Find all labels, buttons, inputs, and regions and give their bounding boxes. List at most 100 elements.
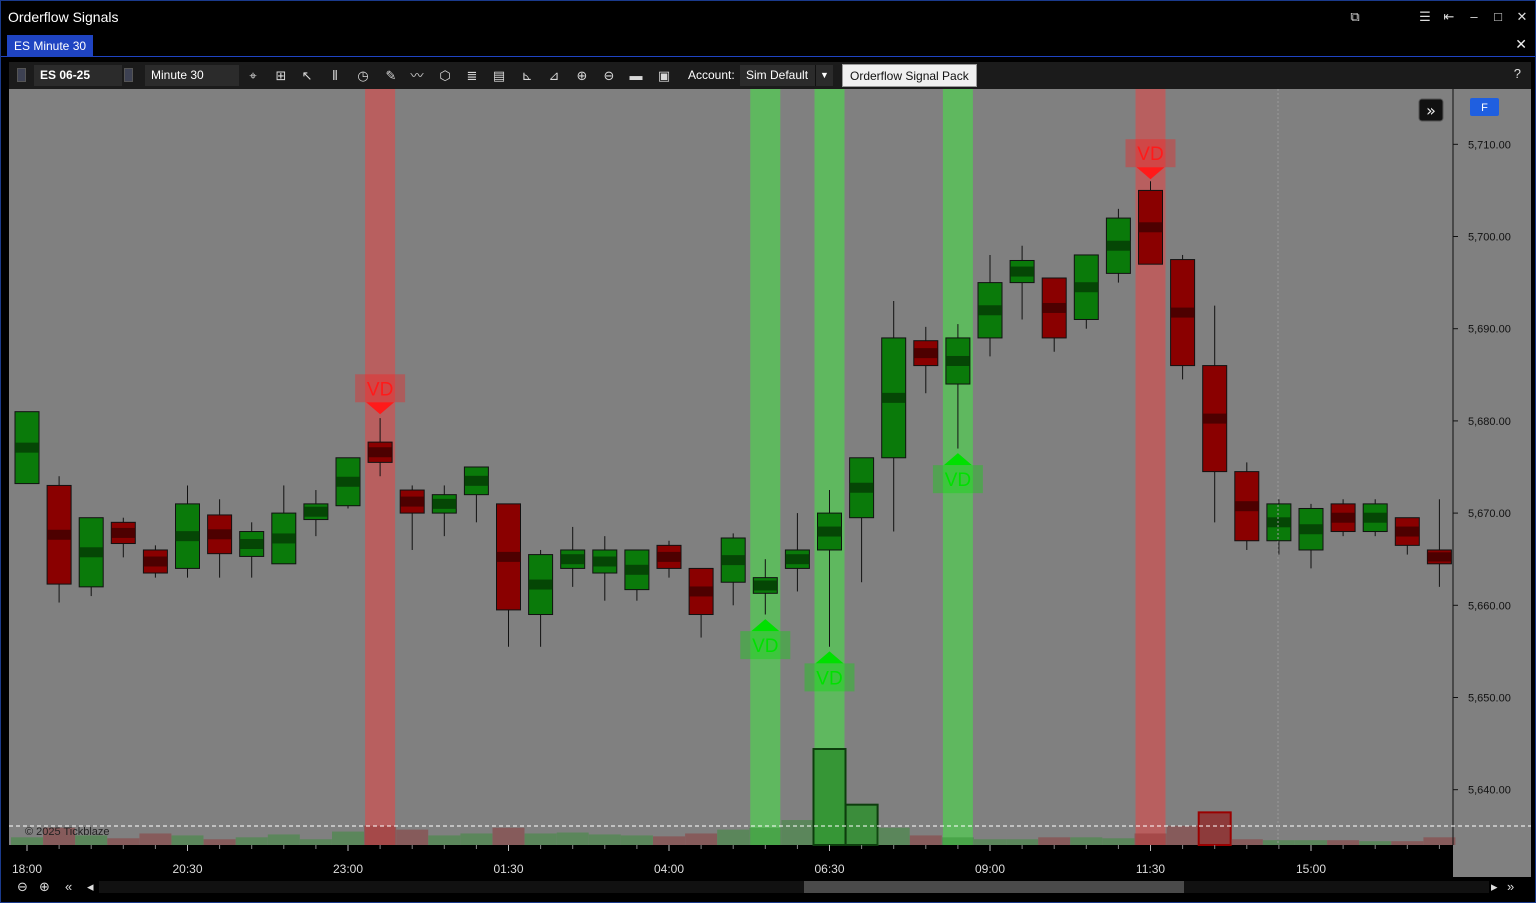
maximize-icon[interactable]: □ <box>1488 7 1508 27</box>
volume-bar <box>974 839 1006 845</box>
axis-alt-icon[interactable]: ⊿ <box>544 66 564 86</box>
volume-bar <box>364 825 397 845</box>
expand-panel-button[interactable]: » <box>1418 98 1444 122</box>
minimize-icon[interactable]: – <box>1464 7 1484 27</box>
autoscale-icon[interactable]: ⊞ <box>271 66 291 86</box>
y-tick-label: 5,650.00 <box>1468 692 1511 704</box>
zoom-in-icon[interactable]: ⊕ <box>39 878 50 896</box>
scroll-right-icon[interactable]: ▸ <box>1491 878 1498 896</box>
y-tick-label: 5,680.00 <box>1468 416 1511 428</box>
indicator-icon[interactable]: 〰 <box>407 66 427 86</box>
close-tab-icon[interactable]: ✕ <box>1515 36 1527 53</box>
chart-area[interactable]: VD VD VD VD VD 5,710.00 5,700.00 5,690.00 5,680… <box>9 89 1531 879</box>
volume-bar <box>588 834 621 845</box>
horizontal-scrollbar[interactable] <box>99 881 1489 893</box>
x-tick-label: 23:00 <box>333 862 363 876</box>
object-icon[interactable]: ⬡ <box>435 66 455 86</box>
pin-icon[interactable]: ⇤ <box>1439 7 1459 27</box>
list-icon[interactable]: ≣ <box>462 66 482 86</box>
pointer-icon[interactable]: ↖ <box>297 66 317 86</box>
volume-bar <box>781 820 814 845</box>
candle-poc-band <box>721 555 746 566</box>
candle-poc-band <box>207 529 232 540</box>
price-chart[interactable]: VD VD VD VD VD 5,710.00 5,700.00 5,690.00 5,680… <box>9 89 1531 879</box>
scrollbar-thumb[interactable] <box>804 881 1184 893</box>
candle-poc-band <box>817 526 842 537</box>
volume-bar <box>812 748 847 846</box>
volume-bar <box>235 837 268 845</box>
scroll-end-icon[interactable]: » <box>1507 878 1514 896</box>
candle-poc-band <box>1266 517 1291 528</box>
clock-icon[interactable]: ◷ <box>353 66 373 86</box>
signal-pack-button[interactable]: Orderflow Signal Pack <box>842 64 977 87</box>
volume-bar <box>1102 838 1135 845</box>
signal-label: VD <box>816 668 842 689</box>
chart-navigation-bar: ⊖ ⊕ « ◂ ▸ » <box>9 877 1531 897</box>
folder-icon[interactable]: ▬ <box>626 66 646 86</box>
pencil-icon[interactable]: ✎ <box>381 66 401 86</box>
scroll-start-icon[interactable]: « <box>65 878 72 896</box>
zoom-out-icon[interactable]: ⊖ <box>599 66 619 86</box>
tab-bar: ES Minute 30 ✕ <box>1 33 1535 57</box>
candle-poc-band <box>1170 307 1195 318</box>
volume-bar <box>492 827 525 845</box>
x-tick-label: 04:00 <box>654 862 684 876</box>
help-icon[interactable]: ? <box>1514 66 1521 81</box>
x-tick-label: 06:30 <box>814 862 844 876</box>
volume-bar <box>717 829 750 845</box>
candle-poc-band <box>432 498 457 509</box>
volume-bar <box>653 836 685 845</box>
volume-bar <box>877 827 910 845</box>
window-layout-icon[interactable]: ⧉ <box>1345 7 1365 27</box>
bar-type-icon[interactable]: ⫴ <box>325 66 345 86</box>
candle-poc-band <box>1331 512 1356 523</box>
x-tick-label: 09:00 <box>975 862 1005 876</box>
candle-poc-band <box>881 392 906 403</box>
volume-bar <box>524 833 557 845</box>
candle-poc-band <box>689 586 714 597</box>
volume-bar <box>11 837 43 845</box>
chevron-down-icon[interactable]: ▼ <box>815 65 833 86</box>
candle-poc-band <box>560 554 585 565</box>
zoom-in-icon[interactable]: ⊕ <box>572 66 592 86</box>
candle-poc-band <box>753 580 778 591</box>
account-select[interactable]: Sim Default <box>740 65 815 86</box>
menu-icon[interactable]: ☰ <box>1415 7 1435 27</box>
tab-es-minute-30[interactable]: ES Minute 30 <box>7 35 94 57</box>
candle-poc-band <box>1042 302 1067 313</box>
zoom-out-icon[interactable]: ⊖ <box>17 878 28 896</box>
price-axis-background[interactable] <box>1453 89 1531 879</box>
volume-bar <box>332 831 364 845</box>
volume-bar <box>1038 837 1071 845</box>
candle-poc-band <box>1106 240 1131 251</box>
volume-bar <box>107 838 140 845</box>
axis-icon[interactable]: ⊾ <box>517 66 537 86</box>
time-axis-background[interactable] <box>9 845 1453 879</box>
crosshair-icon[interactable]: ⌖ <box>243 66 263 86</box>
volume-bar <box>267 834 300 845</box>
instrument-color-swatch[interactable] <box>17 68 26 82</box>
candle-poc-band <box>239 538 264 549</box>
interval-field[interactable]: Minute 30 <box>145 65 239 86</box>
candle-poc-band <box>849 482 874 493</box>
app-window: Orderflow Signals ⧉ ☰ ⇤ – □ ✕ ES Minute … <box>0 0 1536 903</box>
candle-poc-band <box>303 506 328 517</box>
candle-poc-band <box>464 475 489 486</box>
candle-poc-band <box>528 579 553 590</box>
data-box-icon[interactable]: ▤ <box>489 66 509 86</box>
close-window-icon[interactable]: ✕ <box>1512 7 1532 27</box>
scroll-left-icon[interactable]: ◂ <box>87 878 94 896</box>
candle-poc-band <box>913 348 938 359</box>
signal-highlight-column <box>814 89 845 845</box>
candle-poc-band <box>1010 266 1035 277</box>
instrument-field[interactable]: ES 06-25 <box>34 65 122 86</box>
volume-bar <box>1423 837 1456 845</box>
f-button[interactable]: F <box>1470 98 1499 116</box>
candle-poc-band <box>1138 222 1163 233</box>
save-icon[interactable]: ▣ <box>654 66 674 86</box>
volume-bar <box>749 827 782 845</box>
x-tick-label: 20:30 <box>172 862 202 876</box>
signal-highlight-column <box>750 89 781 845</box>
interval-color-swatch[interactable] <box>124 68 133 82</box>
volume-bar <box>909 835 942 845</box>
